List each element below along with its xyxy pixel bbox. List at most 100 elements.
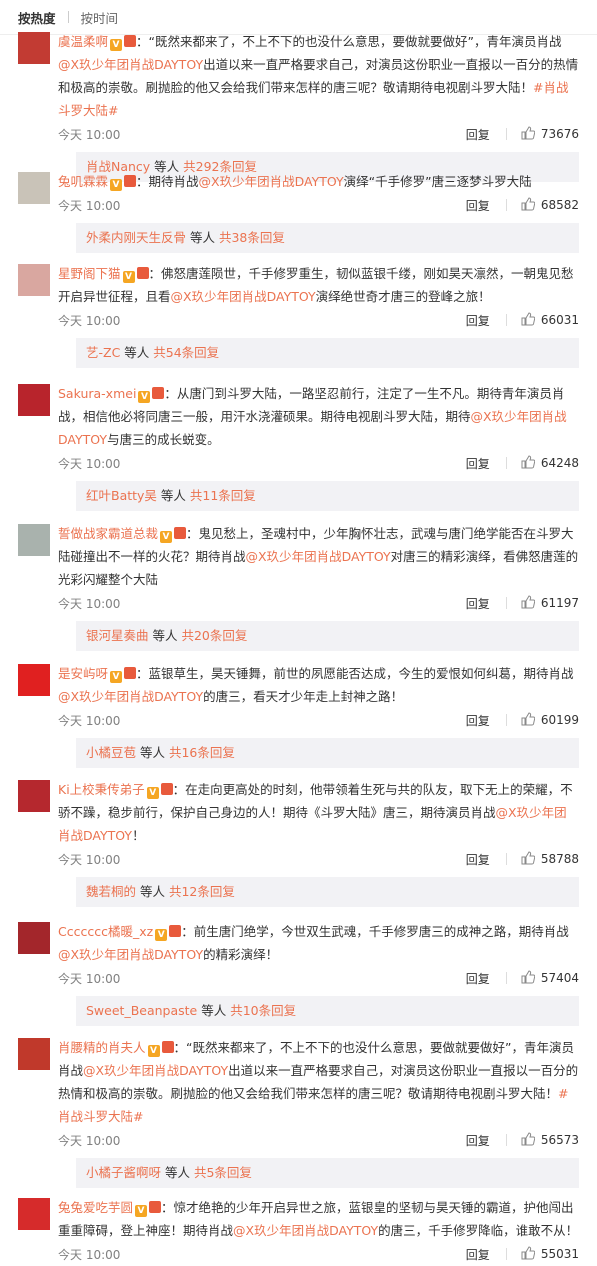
replies-etc: 等人 — [197, 1003, 231, 1018]
timestamp: 今天 10:00 — [58, 852, 121, 867]
comment-body-text: 演绎绝世奇才唐三的登峰之旅！ — [315, 289, 491, 304]
replies-count-link[interactable]: 共54条回复 — [153, 345, 219, 360]
replies-count-link[interactable]: 共11条回复 — [190, 488, 256, 503]
comment-item: 虞温柔啊 V ：“既然来都来了，不上不下的也没什么意思，要做就要做好”，青年演员肖战… — [0, 30, 597, 182]
comment-body-text: ：“既然来都来了，不上不下的也没什么意思，要做就要做好”，青年演员肖战 — [136, 34, 562, 49]
replies-count-link[interactable]: 共5条回复 — [194, 1165, 252, 1180]
reply-button[interactable]: 回复 — [466, 712, 490, 729]
replies-count-link[interactable]: 共38条回复 — [219, 230, 285, 245]
reply-user-link[interactable]: 小橘子酱啊呀 — [86, 1165, 161, 1180]
username-link[interactable]: 是安屿呀 — [58, 666, 108, 681]
like-button[interactable]: 73676 — [521, 125, 579, 143]
member-badge-icon — [161, 1041, 174, 1053]
like-button[interactable]: 60199 — [521, 711, 579, 729]
comment-body-text: ：蓝银草生，昊天锤舞，前世的夙愿能否达成，今生的爱恨如何纠葛，期待肖战 — [136, 666, 574, 681]
replies-preview[interactable]: 红叶Batty吴 等人 共11条回复 — [76, 481, 579, 511]
reply-button[interactable]: 回复 — [466, 197, 490, 214]
like-button[interactable]: 55031 — [521, 1245, 579, 1263]
mention-link[interactable]: @X玖少年团肖战DAYTOY — [246, 549, 391, 564]
comment-text: Ki上校秉传弟子 V ：在走向更高处的时刻，他带领着生死与共的队友，取下无上的荣耀，… — [58, 778, 579, 847]
reply-button[interactable]: 回复 — [466, 312, 490, 329]
reply-user-link[interactable]: 红叶Batty吴 — [86, 488, 157, 503]
reply-button[interactable]: 回复 — [466, 851, 490, 868]
username-link[interactable]: Ki上校秉传弟子 — [58, 782, 145, 797]
reply-user-link[interactable]: 银河星奏曲 — [86, 628, 149, 643]
replies-preview[interactable]: Sweet_Beanpaste 等人 共10条回复 — [76, 996, 579, 1026]
replies-preview[interactable]: 小橘豆苞 等人 共16条回复 — [76, 738, 579, 768]
vip-badge-icon: V — [110, 671, 123, 683]
like-button[interactable]: 64248 — [521, 454, 579, 472]
divider — [505, 457, 507, 469]
comment-text: 是安屿呀 V ：蓝银草生，昊天锤舞，前世的夙愿能否达成，今生的爱恨如何纠葛，期待肖战… — [58, 662, 579, 708]
replies-etc: 等人 — [148, 628, 182, 643]
like-button[interactable]: 61197 — [521, 594, 579, 612]
username-link[interactable]: 星野阁下猫 — [58, 266, 121, 281]
avatar[interactable] — [18, 664, 50, 696]
username-link[interactable]: Ccccccc橘暖_xz — [58, 924, 153, 939]
avatar[interactable] — [18, 1038, 50, 1070]
member-badge-icon — [169, 925, 182, 937]
like-button[interactable]: 58788 — [521, 850, 579, 868]
reply-button[interactable]: 回复 — [466, 1132, 490, 1149]
replies-count-link[interactable]: 共10条回复 — [230, 1003, 296, 1018]
replies-count-link[interactable]: 共12条回复 — [169, 884, 235, 899]
username-link[interactable]: 肖腰精的肖夫人 — [58, 1040, 146, 1055]
thumbs-up-icon — [521, 311, 541, 329]
username-link[interactable]: 誓做战家霸道总裁 — [58, 526, 158, 541]
username-link[interactable]: 兔叽霖霖 — [58, 174, 108, 189]
avatar[interactable] — [18, 384, 50, 416]
replies-preview[interactable]: 艺-ZC 等人 共54条回复 — [76, 338, 579, 368]
reply-user-link[interactable]: 小橘豆苞 — [86, 745, 136, 760]
reply-user-link[interactable]: 外柔内刚天生反骨 — [86, 230, 186, 245]
avatar[interactable] — [18, 524, 50, 556]
reply-user-link[interactable]: 魏若桐的 — [86, 884, 136, 899]
username-link[interactable]: 兔兔爱吃芋圆 — [58, 1200, 133, 1215]
reply-user-link[interactable]: Sweet_Beanpaste — [86, 1003, 197, 1018]
mention-link[interactable]: @X玖少年团肖战DAYTOY — [58, 57, 203, 72]
avatar[interactable] — [18, 1198, 50, 1230]
comment-text: 兔叽霖霖 V ：期待肖战@X玖少年团肖战DAYTOY演绎“千手修罗”唐三逐梦斗罗大陆 — [58, 170, 579, 193]
reply-button[interactable]: 回复 — [466, 126, 490, 143]
reply-button[interactable]: 回复 — [466, 1246, 490, 1263]
reply-button[interactable]: 回复 — [466, 970, 490, 987]
sort-by-time-tab[interactable]: 按时间 — [81, 8, 119, 27]
avatar[interactable] — [18, 780, 50, 812]
like-button[interactable]: 66031 — [521, 311, 579, 329]
mention-link[interactable]: @X玖少年团肖战DAYTOY — [233, 1223, 378, 1238]
like-button[interactable]: 68582 — [521, 196, 579, 214]
thumbs-up-icon — [521, 196, 541, 214]
replies-preview[interactable]: 小橘子酱啊呀 等人 共5条回复 — [76, 1158, 579, 1188]
mention-link[interactable]: @X玖少年团肖战DAYTOY — [171, 289, 316, 304]
comment-text: 肖腰精的肖夫人 V ：“既然来都来了，不上不下的也没什么意思，要做就要做好”，青年演… — [58, 1036, 579, 1128]
sort-by-hot-tab[interactable]: 按热度 — [18, 8, 56, 27]
mention-link[interactable]: @X玖少年团肖战DAYTOY — [58, 947, 203, 962]
replies-count-link[interactable]: 共16条回复 — [169, 745, 235, 760]
reply-button[interactable]: 回复 — [466, 455, 490, 472]
divider — [505, 1248, 507, 1260]
comment-meta: 今天 10:00 回复 58788 — [58, 847, 579, 871]
member-badge-icon — [124, 667, 137, 679]
replies-preview[interactable]: 外柔内刚天生反骨 等人 共38条回复 — [76, 223, 579, 253]
avatar[interactable] — [18, 264, 50, 296]
avatar[interactable] — [18, 172, 50, 204]
member-badge-icon — [124, 35, 137, 47]
replies-preview[interactable]: 银河星奏曲 等人 共20条回复 — [76, 621, 579, 651]
mention-link[interactable]: @X玖少年团肖战DAYTOY — [83, 1063, 228, 1078]
vip-badge-icon: V — [135, 1205, 148, 1217]
replies-count-link[interactable]: 共20条回复 — [181, 628, 247, 643]
avatar[interactable] — [18, 922, 50, 954]
reply-button[interactable]: 回复 — [466, 595, 490, 612]
replies-preview[interactable]: 魏若桐的 等人 共12条回复 — [76, 877, 579, 907]
like-button[interactable]: 57404 — [521, 969, 579, 987]
reply-user-link[interactable]: 艺-ZC — [86, 345, 120, 360]
like-button[interactable]: 56573 — [521, 1131, 579, 1149]
member-badge-icon — [152, 387, 165, 399]
username-link[interactable]: Sakura-xmei — [58, 386, 136, 401]
username-link[interactable]: 虞温柔啊 — [58, 34, 108, 49]
avatar[interactable] — [18, 32, 50, 64]
comment-text: 誓做战家霸道总裁 V ：鬼见愁上，圣魂村中，少年胸怀壮志，武魂与唐门绝学能否在斗罗大… — [58, 522, 579, 591]
mention-link[interactable]: @X玖少年团肖战DAYTOY — [199, 174, 344, 189]
comment-body-text: 的唐三，看天才少年走上封神之路！ — [203, 689, 404, 704]
mention-link[interactable]: @X玖少年团肖战DAYTOY — [58, 689, 203, 704]
divider — [67, 11, 69, 23]
